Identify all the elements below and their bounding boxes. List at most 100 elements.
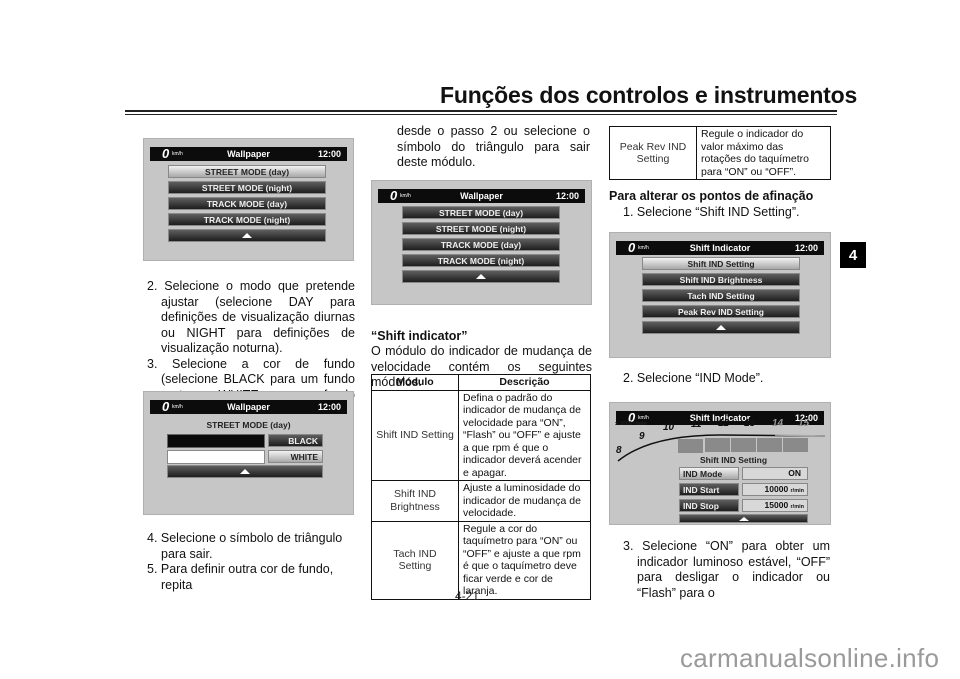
ind-mode-value: ON xyxy=(742,467,808,480)
shift-ind-setting-screen: 0 km/h Shift Indicator 12:00 x 1000 r/mi… xyxy=(609,402,831,525)
screen-title: Shift Indicator xyxy=(689,243,751,253)
menu-item-shift-ind-setting[interactable]: Shift IND Setting xyxy=(642,257,800,270)
menu-item-street-night[interactable]: STREET MODE (night) xyxy=(168,181,326,194)
header-rule-thin xyxy=(125,114,837,115)
shift-segment xyxy=(678,439,703,453)
shift-segment xyxy=(731,438,756,452)
menu-item-track-night[interactable]: TRACK MODE (night) xyxy=(402,254,560,267)
shift-segment xyxy=(705,438,730,452)
step-2-col3: 2. Selecione “IND Mode”. xyxy=(623,371,764,385)
status-bar: 0 km/h Shift Indicator 12:00 xyxy=(616,240,824,255)
eject-triangle-icon xyxy=(242,233,252,239)
wallpaper-menu-screen-2: 0 km/h Wallpaper 12:00 STREET MODE (day)… xyxy=(371,180,592,305)
value-text: 10000 xyxy=(764,484,789,494)
clock: 12:00 xyxy=(555,191,579,201)
tach-tick-14: 14 xyxy=(772,418,784,429)
eject-triangle-icon xyxy=(738,516,749,521)
module-cell: Peak Rev IND Setting xyxy=(609,126,697,180)
status-bar: 0 km/h Wallpaper 12:00 xyxy=(150,146,347,161)
tach-tick-10: 10 xyxy=(663,422,675,433)
description-cell: Ajuste a luminosidade do indicador de mu… xyxy=(458,480,591,522)
step-3-col3: 3. Selecione “ON” para obter um indicado… xyxy=(623,539,830,601)
description-cell: Regule a cor do taquímetro para “ON” ou … xyxy=(458,520,591,600)
tach-tick-12: 12 xyxy=(718,418,730,429)
ind-start-button[interactable]: IND Start xyxy=(679,483,739,496)
watermark: carmanualsonline.info xyxy=(680,643,940,673)
exit-button[interactable] xyxy=(642,321,800,334)
module-cell: Tach IND Setting xyxy=(371,520,459,600)
tach-tick-13: 13 xyxy=(744,418,756,429)
eject-triangle-icon xyxy=(476,274,486,280)
step-1: 1. Selecione “Shift IND Setting”. xyxy=(623,205,800,219)
eject-triangle-icon xyxy=(240,469,250,475)
modules-table-continued: Peak Rev IND Setting Regule o indicador … xyxy=(609,126,831,180)
menu-item-street-day[interactable]: STREET MODE (day) xyxy=(402,206,560,219)
menu-item-tach-ind-setting[interactable]: Tach IND Setting xyxy=(642,289,800,302)
status-bar: 0 km/h Wallpaper 12:00 xyxy=(378,188,585,203)
shift-indicator-menu-screen: 0 km/h Shift Indicator 12:00 Shift IND S… xyxy=(609,232,831,358)
section-title: “Shift indicator” xyxy=(371,329,468,343)
menu-item-track-day[interactable]: TRACK MODE (day) xyxy=(402,238,560,251)
mode-label: STREET MODE (day) xyxy=(206,420,291,430)
clock: 12:00 xyxy=(317,149,341,159)
step-4: 4. Selecione o símbolo de triângulo para… xyxy=(147,531,343,561)
subheading: Para alterar os pontos de afinação xyxy=(609,189,814,203)
ind-stop-button[interactable]: IND Stop xyxy=(679,499,739,512)
header-description: Descrição xyxy=(458,374,591,391)
tach-tick-11: 11 xyxy=(691,419,702,430)
table-header-row: Módulo Descrição xyxy=(371,374,591,391)
shift-segment xyxy=(757,438,782,452)
black-swatch xyxy=(167,434,265,448)
tach-tick-9: 9 xyxy=(639,431,645,442)
modules-table: Módulo Descrição Shift IND Setting Defin… xyxy=(371,374,591,600)
tach-tick-15: 15 xyxy=(798,418,810,429)
value-text: 15000 xyxy=(764,500,789,510)
ind-stop-value: 15000 r/min xyxy=(742,499,808,512)
description-cell: Defina o padrão do indicador de mudança … xyxy=(458,389,591,481)
shift-segment xyxy=(783,438,808,452)
value-text: ON xyxy=(788,468,801,478)
tach-tick-8: 8 xyxy=(616,445,622,456)
table-row: Peak Rev IND Setting Regule o indicador … xyxy=(609,126,831,180)
ind-mode-button[interactable]: IND Mode xyxy=(679,467,739,480)
page-title: Funções dos controlos e instrumentos xyxy=(440,82,858,108)
black-option-button[interactable]: BLACK xyxy=(268,434,323,447)
exit-button[interactable] xyxy=(402,270,560,283)
clock: 12:00 xyxy=(794,243,818,253)
table-row: Tach IND Setting Regule a cor do taquíme… xyxy=(371,520,591,600)
menu-item-shift-ind-brightness[interactable]: Shift IND Brightness xyxy=(642,273,800,286)
menu-item-street-night[interactable]: STREET MODE (night) xyxy=(402,222,560,235)
table-row: Shift IND Setting Defina o padrão do ind… xyxy=(371,389,591,481)
unit-text: r/min xyxy=(790,504,804,510)
module-cell: Shift IND Brightness xyxy=(371,480,459,522)
exit-button[interactable] xyxy=(679,514,808,523)
white-option-button[interactable]: WHITE xyxy=(268,450,323,463)
step-3-text: 3. Selecione “ON” para obter um indicado… xyxy=(623,539,830,600)
white-swatch xyxy=(167,450,265,464)
eject-triangle-icon xyxy=(716,325,726,331)
col2-continuation: desde o passo 2 ou selecione o símbolo d… xyxy=(397,124,590,169)
module-cell: Shift IND Setting xyxy=(371,389,459,481)
header-rule xyxy=(125,110,837,112)
page-number: 4-21 xyxy=(455,589,480,603)
menu-item-peak-rev-ind-setting[interactable]: Peak Rev IND Setting xyxy=(642,305,800,318)
setting-subtitle: Shift IND Setting xyxy=(700,455,768,465)
exit-button[interactable] xyxy=(168,229,326,242)
tach-arc-inactive xyxy=(774,434,826,437)
exit-button[interactable] xyxy=(167,465,323,478)
menu-item-track-night[interactable]: TRACK MODE (night) xyxy=(168,213,326,226)
ind-start-value: 10000 r/min xyxy=(742,483,808,496)
table-row: Shift IND Brightness Ajuste a luminosida… xyxy=(371,480,591,522)
menu-item-track-day[interactable]: TRACK MODE (day) xyxy=(168,197,326,210)
wallpaper-menu-screen: 0 km/h Wallpaper 12:00 STREET MODE (day)… xyxy=(143,138,354,261)
step-2: 2. Selecione o modo que pretende ajustar… xyxy=(147,279,355,355)
chapter-tab: 4 xyxy=(840,242,866,268)
screen-title: Wallpaper xyxy=(460,191,503,201)
step-5: 5. Para definir outra cor de fundo, repi… xyxy=(147,562,334,592)
menu-item-street-day[interactable]: STREET MODE (day) xyxy=(168,165,326,178)
header-module: Módulo xyxy=(371,374,459,391)
wallpaper-color-screen: 0 km/h Wallpaper 12:00 STREET MODE (day)… xyxy=(143,391,354,515)
col1-steps-b: 4. Selecione o símbolo de triângulo para… xyxy=(147,531,355,593)
description-cell: Regule o indicador do valor máximo das r… xyxy=(696,126,831,180)
status-bar: 0 km/h Wallpaper 12:00 xyxy=(150,399,347,414)
